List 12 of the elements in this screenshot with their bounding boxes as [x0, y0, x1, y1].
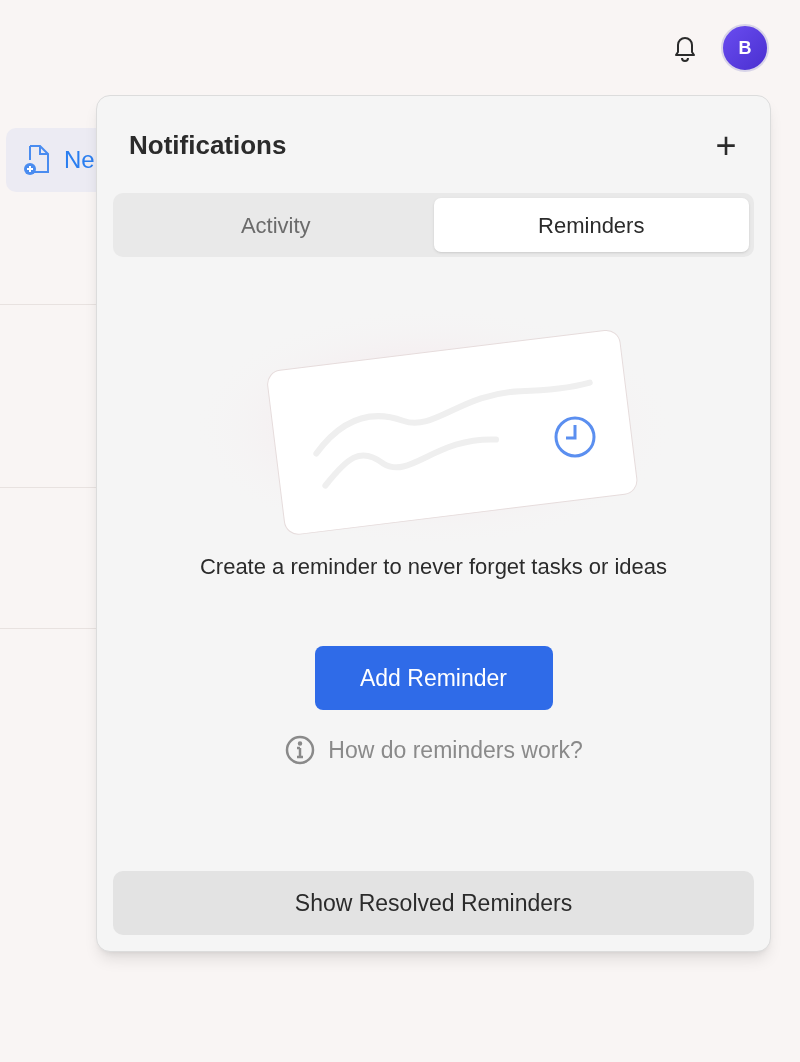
new-button-label: Ne — [64, 145, 95, 175]
new-document-icon — [22, 143, 52, 177]
show-resolved-button[interactable]: Show Resolved Reminders — [113, 871, 754, 935]
add-reminder-button[interactable]: Add Reminder — [314, 646, 553, 710]
clock-icon — [554, 416, 595, 458]
popover-title: Notifications — [129, 129, 287, 162]
empty-state-message: Create a reminder to never forget tasks or ideas — [198, 553, 669, 581]
tab[interactable]: Reminders — [433, 198, 749, 252]
user-avatar[interactable]: B — [721, 24, 769, 72]
add-button[interactable]: + — [708, 127, 744, 164]
info-icon — [284, 734, 317, 767]
tab[interactable]: Activity — [118, 198, 434, 252]
